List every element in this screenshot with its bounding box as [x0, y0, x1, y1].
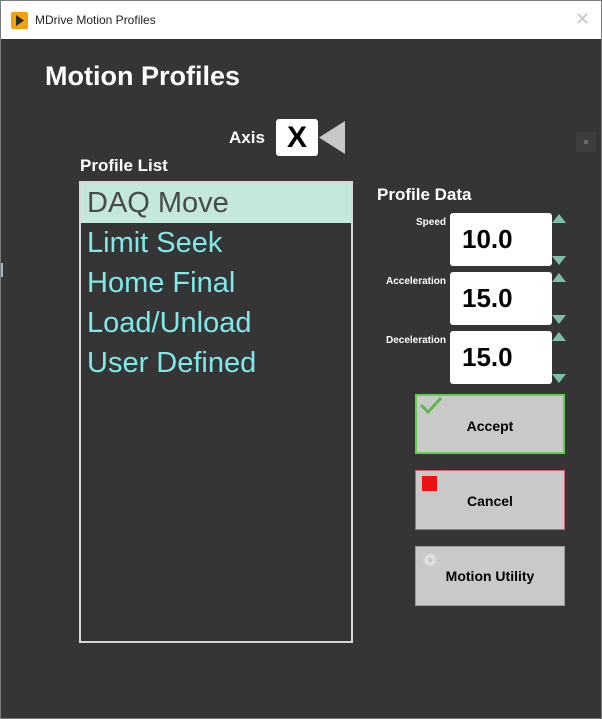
app-icon — [11, 12, 28, 29]
list-item-daq-move[interactable]: DAQ Move — [81, 183, 351, 223]
app-window: MDrive Motion Profiles ✕ Motion Profiles… — [0, 0, 602, 719]
axis-decrement-arrow-icon[interactable] — [318, 119, 346, 156]
acceleration-label: Acceleration — [385, 276, 446, 287]
acceleration-spinner[interactable] — [551, 272, 567, 325]
deceleration-spinner[interactable] — [551, 331, 567, 384]
profile-listbox[interactable]: DAQ Move Limit Seek Home Final Load/Unlo… — [79, 181, 353, 643]
motion-utility-label: Motion Utility — [445, 568, 535, 584]
title-bar: MDrive Motion Profiles ✕ — [1, 1, 601, 39]
cancel-button[interactable]: Cancel — [415, 470, 565, 530]
speed-spinner[interactable] — [551, 213, 567, 266]
axis-selector-value[interactable]: X — [276, 119, 318, 156]
list-item-user-defined[interactable]: User Defined — [81, 343, 351, 383]
side-handle — [576, 132, 596, 152]
close-icon[interactable]: ✕ — [575, 9, 590, 30]
list-item-load-unload[interactable]: Load/Unload — [81, 303, 351, 343]
profile-data-label: Profile Data — [377, 185, 472, 204]
deceleration-input[interactable]: 15.0 — [450, 331, 552, 384]
accept-button[interactable]: Accept — [415, 394, 565, 454]
deceleration-label: Deceleration — [385, 335, 446, 346]
acceleration-spinner-arrows-icon — [552, 273, 566, 324]
axis-label: Axis — [229, 128, 265, 147]
speed-input[interactable]: 10.0 — [450, 213, 552, 266]
window-title: MDrive Motion Profiles — [35, 13, 156, 27]
speed-label: Speed — [415, 217, 446, 228]
gear-icon — [422, 552, 438, 568]
cancel-label: Cancel — [467, 493, 513, 509]
stop-square-icon — [422, 476, 437, 491]
list-item-home-final[interactable]: Home Final — [81, 263, 351, 303]
speed-spinner-arrows-icon — [552, 214, 566, 265]
edge-marker — [1, 263, 3, 277]
page-title: Motion Profiles — [45, 61, 240, 91]
deceleration-spinner-arrows-icon — [552, 332, 566, 383]
profile-list-label: Profile List — [80, 156, 168, 175]
acceleration-input[interactable]: 15.0 — [450, 272, 552, 325]
accept-label: Accept — [466, 418, 514, 434]
motion-utility-button[interactable]: Motion Utility — [415, 546, 565, 606]
checkmark-icon — [419, 396, 443, 415]
list-item-limit-seek[interactable]: Limit Seek — [81, 223, 351, 263]
